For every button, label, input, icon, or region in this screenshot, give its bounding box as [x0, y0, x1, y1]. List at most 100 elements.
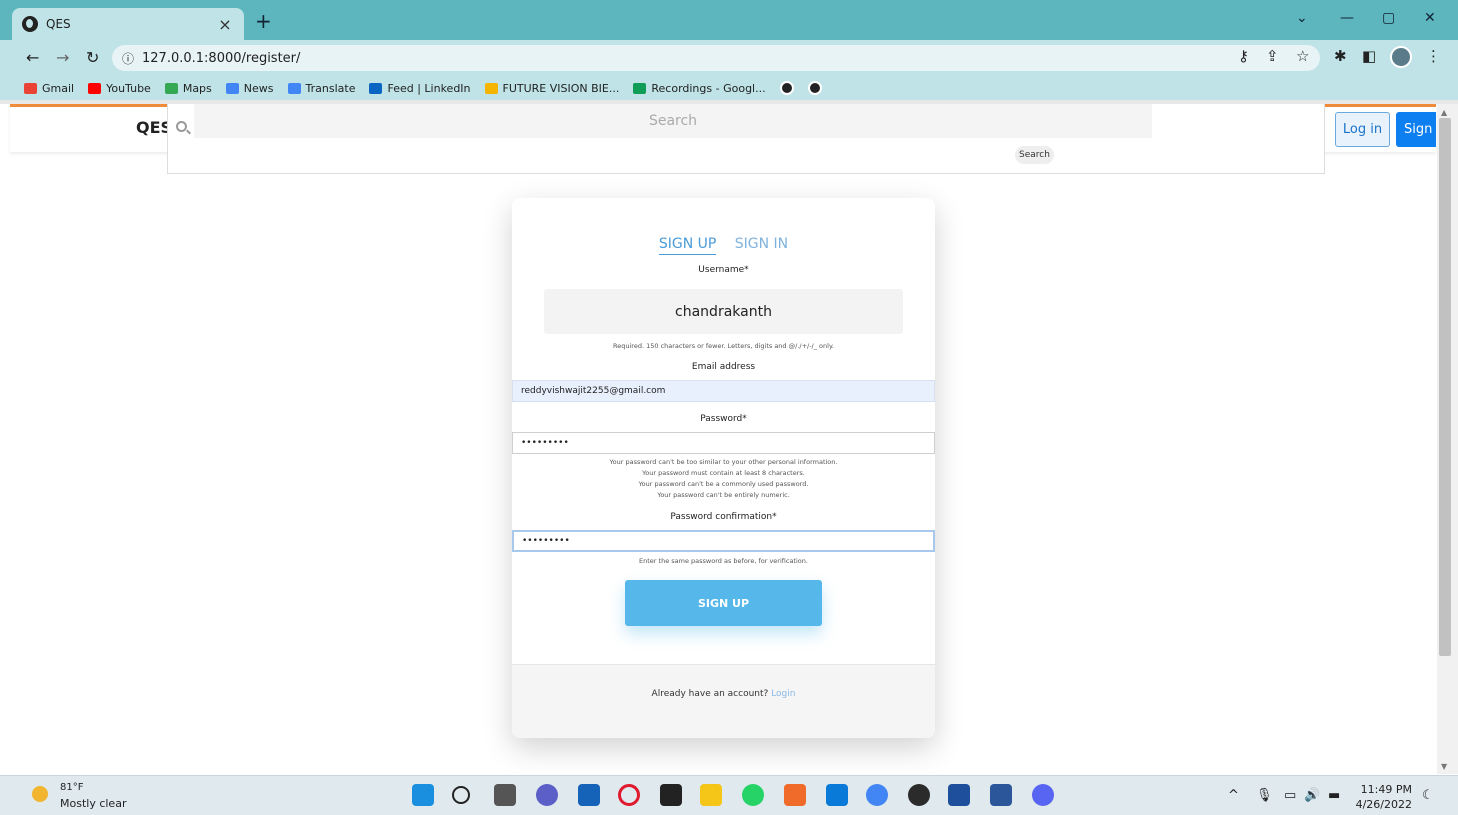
email-input[interactable] — [512, 380, 935, 402]
bookmark-github-1[interactable] — [779, 81, 794, 95]
reload-icon[interactable]: ↻ — [86, 48, 99, 67]
tab-search-icon[interactable]: ⌄ — [1296, 10, 1308, 26]
microphone-icon[interactable]: 🎙 — [1256, 788, 1273, 803]
app-icon[interactable] — [784, 784, 806, 806]
password-help-line: Your password can't be entirely numeric. — [657, 491, 790, 499]
bookmark-label: News — [243, 81, 274, 95]
globe-icon — [22, 16, 38, 32]
sign-up-submit-button[interactable]: SIGN UP — [625, 580, 822, 626]
search-button[interactable]: Search — [1015, 146, 1054, 164]
gmail-icon — [24, 82, 37, 94]
scroll-down-icon[interactable]: ▼ — [1441, 762, 1447, 771]
card-footer — [512, 664, 935, 738]
azure-icon[interactable] — [948, 784, 970, 806]
clock-date: 4/26/2022 — [1355, 798, 1412, 811]
username-help: Required. 150 characters or fewer. Lette… — [613, 342, 834, 350]
bookmark-label: YouTube — [106, 81, 151, 95]
college-icon — [484, 82, 498, 94]
opera-icon[interactable] — [618, 784, 640, 806]
new-tab-button[interactable]: + — [255, 9, 272, 33]
star-icon[interactable]: ☆ — [1296, 47, 1309, 65]
password-help-line: Your password can't be too similar to yo… — [609, 458, 838, 466]
bookmarks-bar: Gmail YouTube Maps News Translate Feed |… — [0, 76, 1458, 100]
notification-icon[interactable]: ☾ — [1422, 788, 1434, 803]
back-icon[interactable]: ← — [26, 48, 39, 67]
bookmark-translate[interactable]: Translate — [287, 81, 356, 95]
terminal-icon[interactable] — [660, 784, 682, 806]
start-menu-icon[interactable] — [412, 784, 434, 806]
window-close-icon[interactable]: ✕ — [1424, 10, 1436, 26]
volume-icon[interactable]: 🔊 — [1304, 788, 1320, 803]
bookmark-linkedin[interactable]: Feed | LinkedIn — [369, 81, 471, 95]
username-label: Username* — [698, 265, 749, 275]
bookmark-label: FUTURE VISION BIE... — [502, 81, 620, 95]
vscode-icon[interactable] — [826, 784, 848, 806]
minimize-icon[interactable]: — — [1340, 10, 1354, 26]
weather-temperature[interactable]: 81°F — [60, 782, 83, 793]
tab-sign-up[interactable]: SIGN UP — [658, 236, 717, 255]
clock-time: 11:49 PM — [1360, 783, 1412, 796]
tab-sign-in[interactable]: SIGN IN — [735, 236, 788, 254]
weather-description[interactable]: Mostly clear — [60, 797, 126, 810]
email-label: Email address — [691, 362, 756, 372]
username-input[interactable] — [544, 289, 903, 334]
discord-icon[interactable] — [1032, 784, 1054, 806]
bookmark-github-2[interactable] — [807, 81, 822, 95]
menu-icon[interactable]: ⋮ — [1426, 47, 1441, 65]
windows-taskbar — [0, 775, 1458, 815]
whatsapp-icon[interactable] — [742, 784, 764, 806]
password-confirm-input[interactable] — [512, 530, 935, 552]
search-taskbar-icon[interactable] — [452, 786, 470, 804]
bookmark-recordings[interactable]: Recordings - Googl... — [633, 81, 766, 95]
bookmark-label: Translate — [305, 81, 356, 95]
tray-overflow-icon[interactable]: ^ — [1228, 788, 1239, 803]
signup-card: SIGN UP SIGN IN Username* Required. 150 … — [512, 198, 935, 738]
weather-moon-icon[interactable] — [32, 786, 48, 802]
app-icon[interactable] — [908, 784, 930, 806]
bookmark-news[interactable]: News — [225, 81, 274, 95]
login-button[interactable]: Log in — [1335, 112, 1390, 147]
key-icon[interactable]: ⚷ — [1238, 47, 1249, 65]
address-bar[interactable]: ⓘ 127.0.0.1:8000/register/ — [112, 45, 1320, 71]
chrome-icon[interactable] — [866, 784, 888, 806]
bookmark-label: Feed | LinkedIn — [387, 81, 471, 95]
drive-icon — [633, 82, 647, 94]
bookmark-youtube[interactable]: YouTube — [88, 82, 151, 95]
browser-tab[interactable]: QES × — [12, 8, 244, 40]
side-panel-icon[interactable]: ◧ — [1362, 47, 1376, 65]
battery-icon[interactable]: ▬ — [1328, 788, 1340, 803]
word-icon[interactable] — [990, 784, 1012, 806]
bookmark-maps[interactable]: Maps — [164, 82, 212, 95]
password-confirm-label: Password confirmation* — [670, 512, 777, 522]
bookmark-label: Recordings - Googl... — [651, 81, 766, 95]
tab-close-icon[interactable]: × — [216, 15, 234, 34]
meet-icon[interactable] — [536, 784, 558, 806]
widgets-icon[interactable] — [578, 784, 600, 806]
search-input[interactable] — [194, 104, 1152, 138]
share-icon[interactable]: ⇪ — [1266, 47, 1279, 65]
network-icon[interactable]: ▭ — [1284, 788, 1296, 803]
auth-tabs: SIGN UP SIGN IN — [512, 236, 935, 255]
login-prompt: Already have an account? Login — [512, 689, 935, 699]
translate-icon — [287, 82, 301, 94]
password-confirm-help: Enter the same password as before, for v… — [639, 557, 808, 565]
site-info-icon[interactable]: ⓘ — [122, 50, 134, 67]
extensions-icon[interactable]: ✱ — [1334, 47, 1347, 65]
youtube-icon — [88, 82, 102, 94]
profile-avatar[interactable] — [1390, 46, 1412, 68]
tab-title: QES — [46, 17, 71, 31]
login-prompt-text: Already have an account? — [651, 689, 769, 699]
signup-button[interactable]: Sign — [1396, 112, 1436, 147]
forward-icon[interactable]: → — [56, 48, 69, 67]
bookmark-future-vision[interactable]: FUTURE VISION BIE... — [484, 81, 620, 95]
task-view-icon[interactable] — [494, 784, 516, 806]
scroll-up-icon[interactable]: ▲ — [1441, 108, 1447, 117]
clock[interactable]: 11:49 PM 4/26/2022 — [1352, 782, 1412, 812]
login-link[interactable]: Login — [771, 689, 795, 699]
bookmark-gmail[interactable]: Gmail — [24, 82, 74, 95]
maximize-icon[interactable]: ▢ — [1382, 10, 1395, 26]
file-explorer-icon[interactable] — [700, 784, 722, 806]
password-input[interactable] — [512, 432, 935, 454]
scrollbar-thumb[interactable] — [1439, 118, 1451, 656]
maps-icon — [164, 82, 178, 94]
